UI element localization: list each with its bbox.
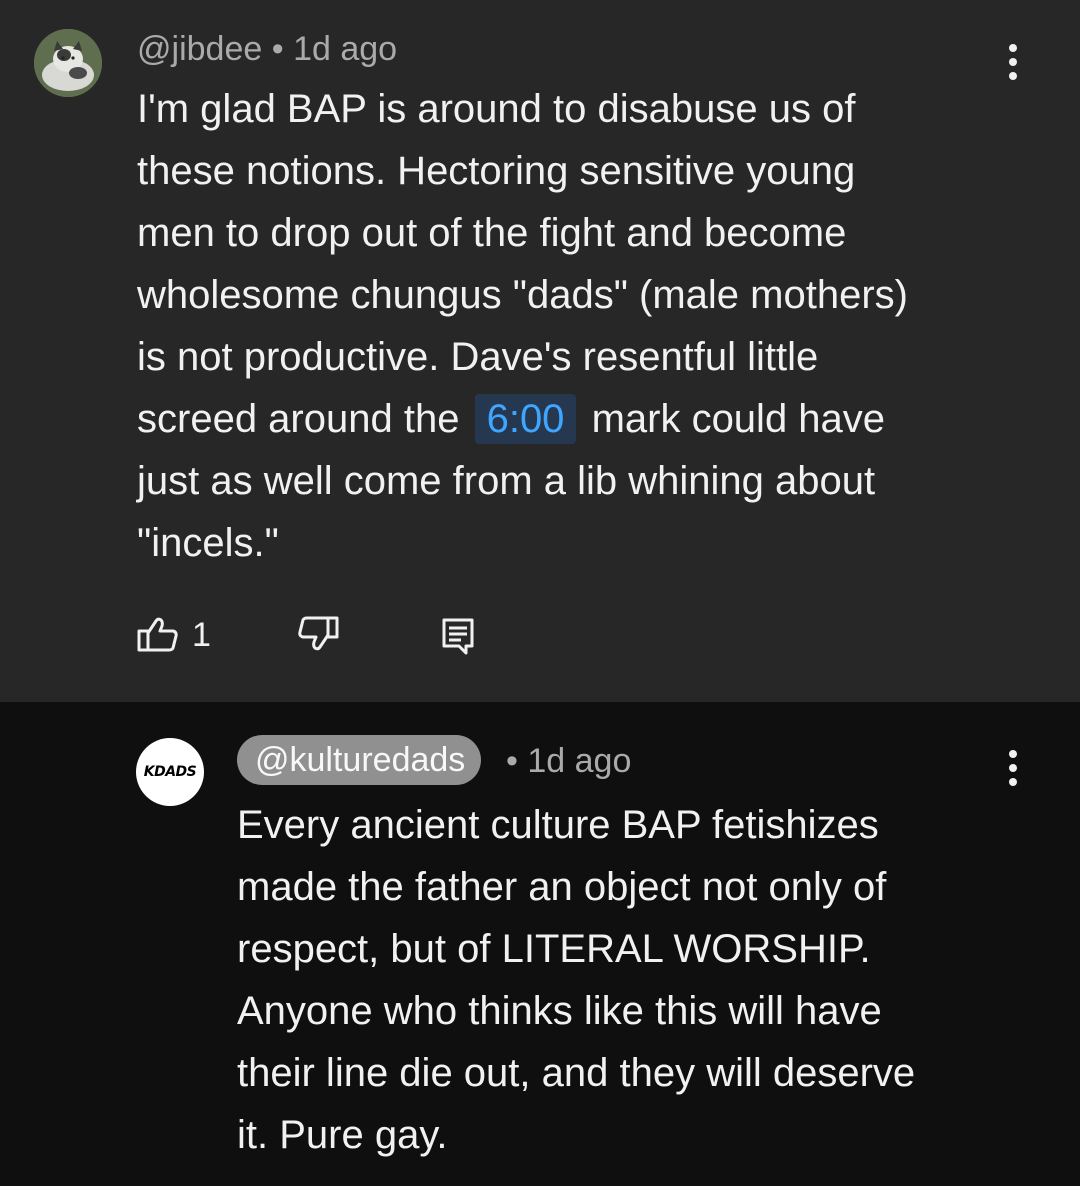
comment-highlighted: @jibdee • 1d ago I'm glad BAP is around … (0, 0, 1080, 702)
comment-line: Anyone who thinks like this will have (237, 989, 882, 1033)
comment-author: @kulturedads (255, 741, 466, 779)
comment-line: "incels." (137, 521, 279, 565)
more-vertical-icon[interactable] (1001, 746, 1025, 790)
thumbs-down-icon (298, 616, 339, 651)
comment-line: just as well come from a lib whining abo… (137, 459, 876, 503)
comment-meta: • 1d ago (506, 742, 631, 781)
like-button[interactable]: 1 (136, 612, 226, 658)
comment-body: Every ancient culture BAP fetishizes mad… (237, 794, 1037, 1166)
comment-line: screed around the 6:00 mark could have (137, 388, 1037, 450)
comment-line: is not productive. Dave's resentful litt… (137, 335, 819, 379)
dislike-button[interactable] (294, 612, 342, 658)
comments-thread: @jibdee • 1d ago I'm glad BAP is around … (0, 0, 1080, 1186)
comment-line: men to drop out of the fight and become (137, 211, 847, 255)
avatar[interactable]: KDADS (136, 738, 204, 806)
meta-separator: • (506, 742, 518, 780)
comment-author[interactable]: @jibdee (137, 30, 262, 68)
comment-line: wholesome chungus "dads" (male mothers) (137, 273, 908, 317)
comment-time[interactable]: 1d ago (527, 742, 631, 780)
avatar[interactable] (34, 29, 102, 97)
comment-line: respect, but of LITERAL WORSHIP. (237, 927, 871, 971)
comment-text-fragment: mark could have (591, 397, 886, 441)
thumbs-up-icon (137, 617, 178, 652)
comment-line: these notions. Hectoring sensitive young (137, 149, 856, 193)
comment-line: made the father an object not only of (237, 865, 887, 909)
comment-text-fragment: screed around the (137, 397, 460, 441)
comment-line: I'm glad BAP is around to disabuse us of (137, 87, 856, 131)
timestamp-link[interactable]: 6:00 (474, 394, 577, 444)
reply-button[interactable] (438, 612, 478, 658)
reply-comment-icon (442, 618, 474, 655)
comment-author-chip[interactable]: @kulturedads (237, 735, 482, 785)
comment-line: their line die out, and they will deserv… (237, 1051, 916, 1095)
like-count: 1 (192, 616, 211, 654)
comment-line: Every ancient culture BAP fetishizes (237, 803, 879, 847)
comment-time[interactable]: 1d ago (293, 30, 397, 68)
meta-separator: • (271, 30, 284, 68)
comment-meta: @jibdee • 1d ago (137, 30, 397, 69)
avatar-text: KDADS (143, 764, 197, 780)
comment-line: it. Pure gay. (237, 1113, 448, 1157)
comment-reply: KDADS @kulturedads • 1d ago Every ancien… (0, 702, 1080, 1186)
comment-body: I'm glad BAP is around to disabuse us of… (137, 78, 1037, 574)
